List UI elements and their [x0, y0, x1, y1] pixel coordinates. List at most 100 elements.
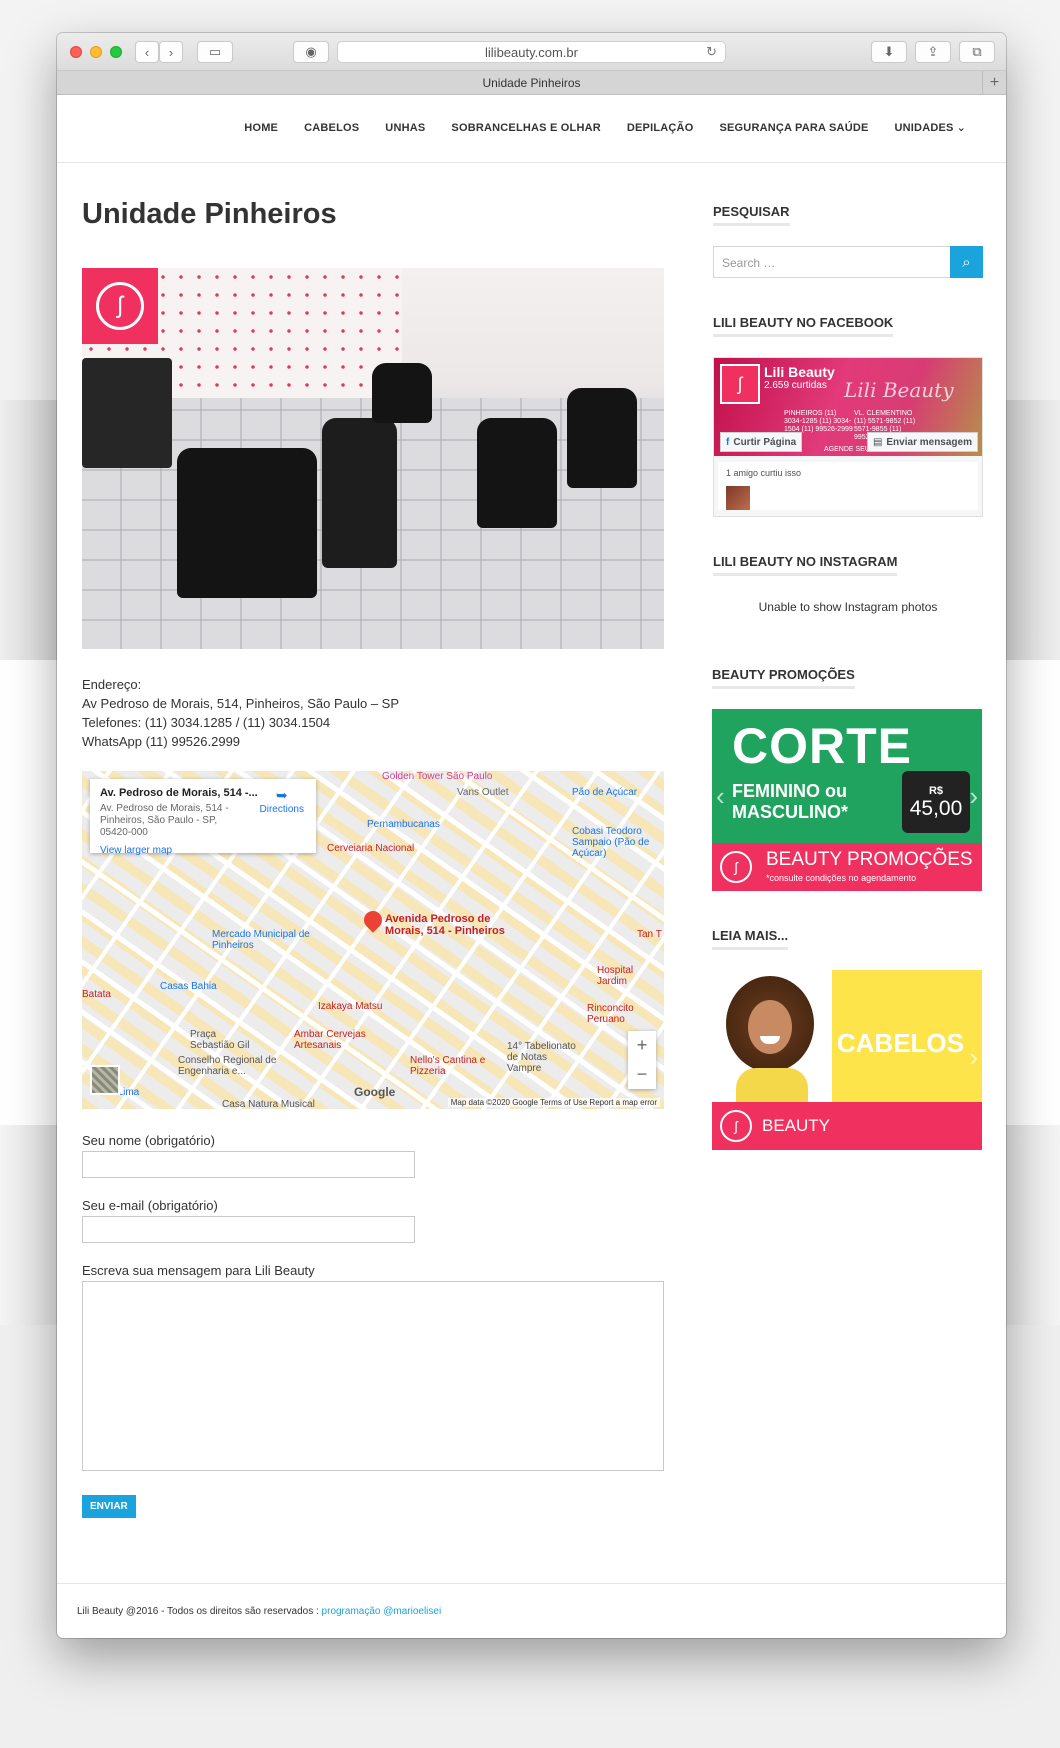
model-shirt: [736, 1068, 808, 1102]
message-field[interactable]: [82, 1281, 664, 1471]
nav-unhas[interactable]: UNHAS: [385, 121, 425, 134]
chevron-down-icon: ⌄: [956, 122, 966, 134]
friend-avatar[interactable]: [726, 486, 750, 510]
promo-next-arrow[interactable]: ›: [969, 781, 978, 812]
extension-button[interactable]: ◉: [293, 41, 329, 63]
whatsapp-line: WhatsApp (11) 99526.2999: [82, 734, 241, 749]
leia-mais-band: ʃ BEAUTY: [712, 1102, 982, 1150]
search-icon: ⌕: [962, 253, 971, 271]
share-icon: ⇪: [927, 44, 939, 59]
instagram-widget-title: LILI BEAUTY NO INSTAGRAM: [713, 554, 898, 576]
price-currency: R$: [928, 785, 944, 797]
name-label: Seu nome (obrigatório): [82, 1133, 215, 1148]
map-poi[interactable]: Rinconcito Peruano: [587, 1003, 664, 1025]
leia-mais-banner[interactable]: CABELOS ‹ › ʃ BEAUTY: [712, 970, 982, 1150]
map-poi[interactable]: Casa Natura Musical: [222, 1099, 315, 1109]
browser-window: ‹ › ▭ ◉ lilibeauty.com.br ↻ ⬇ ⇪ ⧉ Unidad…: [57, 33, 1006, 1638]
view-larger-map-link[interactable]: View larger map: [100, 845, 306, 856]
facebook-avatar[interactable]: ʃ: [720, 364, 760, 404]
backdrop-shade-right-2: [1000, 1125, 1060, 1325]
nav-depilacao[interactable]: DEPILAÇÃO: [627, 121, 694, 134]
map-poi[interactable]: Izakaya Matsu: [318, 1001, 382, 1012]
facebook-page-name[interactable]: Lili Beauty: [764, 364, 835, 380]
name-field[interactable]: [82, 1151, 415, 1178]
map-poi[interactable]: Hospital Jardim: [597, 965, 664, 987]
backdrop-shade-left: [0, 400, 60, 660]
map-poi[interactable]: Ambar Cervejas Artesanais: [294, 1029, 374, 1051]
facebook-like-button[interactable]: f Curtir Página: [720, 432, 803, 452]
downloads-button[interactable]: ⬇: [871, 41, 907, 63]
reload-icon[interactable]: ↻: [706, 44, 717, 60]
map-poi[interactable]: Cobasi Teodoro Sampaio (Pão de Açúcar): [572, 826, 662, 859]
nav-seguranca[interactable]: SEGURANÇA PARA SAÚDE: [719, 121, 868, 134]
map-poi[interactable]: Pão de Açúcar: [572, 787, 637, 798]
search-input[interactable]: Search …: [713, 246, 950, 278]
sidebar-toggle-button[interactable]: ▭: [197, 41, 233, 63]
message-label: Escreva sua mensagem para Lili Beauty: [82, 1263, 315, 1278]
map-poi[interactable]: Mercado Municipal de Pinheiros: [212, 929, 312, 951]
map-poi[interactable]: Pernambucanas: [367, 819, 440, 830]
map-poi[interactable]: Golden Tower São Paulo: [382, 771, 492, 782]
forward-button[interactable]: ›: [159, 41, 183, 63]
map-info-card: Av. Pedroso de Morais, 514 -... Av. Pedr…: [90, 779, 316, 856]
search-widget-title: PESQUISAR: [713, 204, 790, 226]
footer-text: Lili Beauty @2016 - Todos os direitos sã…: [77, 1606, 322, 1617]
promo-band-title: BEAUTY PROMOÇÕES: [766, 849, 973, 870]
salon-photo: ʃ: [82, 268, 664, 649]
facebook-friends: 1 amigo curtiu isso: [718, 462, 978, 510]
nav-sobrancelhas[interactable]: SOBRANCELHAS E OLHAR: [451, 121, 600, 134]
map-pin-label: Avenida Pedroso de Morais, 514 - Pinheir…: [385, 913, 505, 937]
map-poi[interactable]: Praça Sebastião Gil: [190, 1029, 250, 1051]
leia-mais-cabelos: CABELOS: [836, 1028, 964, 1058]
zoom-window-button[interactable]: [110, 46, 122, 58]
search-form: Search … ⌕: [713, 246, 983, 278]
zoom-in-button[interactable]: +: [637, 1035, 648, 1056]
email-field[interactable]: [82, 1216, 415, 1243]
close-window-button[interactable]: [70, 46, 82, 58]
leia-prev-arrow[interactable]: ‹: [716, 1042, 725, 1073]
map-poi[interactable]: Conselho Regional de Engenharia e...: [178, 1055, 278, 1077]
facebook-message-button[interactable]: ▤ Enviar mensagem: [866, 432, 978, 452]
footer-credit-link[interactable]: programação @marioelisei: [322, 1606, 442, 1617]
email-label: Seu e-mail (obrigatório): [82, 1198, 218, 1213]
map-poi[interactable]: Vans Outlet: [457, 787, 509, 798]
google-map[interactable]: Av. Pedroso de Morais, 514 -... Av. Pedr…: [82, 771, 664, 1109]
promo-banner[interactable]: CORTE FEMININO ou MASCULINO* R$ 45,00 ‹ …: [712, 709, 982, 891]
submit-button[interactable]: ENVIAR: [82, 1495, 136, 1518]
map-poi[interactable]: Casas Bahia: [160, 981, 217, 992]
map-poi[interactable]: Nello's Cantina e Pizzeria: [410, 1055, 520, 1077]
map-marker-icon[interactable]: [360, 907, 386, 933]
map-attribution[interactable]: Map data ©2020 Google Terms of Use Repor…: [447, 1098, 660, 1107]
map-poi[interactable]: Tan T: [637, 929, 662, 940]
facebook-likes: 2.659 curtidas: [764, 380, 827, 391]
address-bar[interactable]: lilibeauty.com.br ↻: [337, 41, 726, 63]
message-icon: ▤: [872, 436, 883, 448]
backdrop-shade-left-2: [0, 1125, 60, 1325]
share-button[interactable]: ⇪: [915, 41, 951, 63]
google-logo: Google: [354, 1085, 396, 1099]
search-button[interactable]: ⌕: [950, 246, 983, 278]
minimize-window-button[interactable]: [90, 46, 102, 58]
new-tab-button[interactable]: +: [982, 71, 1006, 94]
main-nav: HOME CABELOS UNHAS SOBRANCELHAS E OLHAR …: [244, 121, 966, 135]
nav-home[interactable]: HOME: [244, 121, 278, 134]
main-content: Unidade Pinheiros ʃ Endereço: Av Pedroso…: [82, 198, 664, 1518]
leia-next-arrow[interactable]: ›: [969, 1042, 978, 1073]
tab-title[interactable]: Unidade Pinheiros: [482, 76, 580, 90]
search-widget: PESQUISAR Search … ⌕: [713, 203, 983, 278]
map-poi[interactable]: Batata: [82, 989, 111, 1000]
woman-profile-icon: ʃ: [720, 851, 752, 883]
phones-line: Telefones: (11) 3034.1285 / (11) 3034.15…: [82, 715, 331, 730]
address-block: Endereço: Av Pedroso de Morais, 514, Pin…: [82, 675, 664, 751]
address-label: Endereço:: [82, 677, 142, 692]
satellite-toggle[interactable]: [90, 1065, 120, 1095]
back-button[interactable]: ‹: [135, 41, 159, 63]
nav-unidades[interactable]: UNIDADES ⌄: [895, 121, 966, 135]
tabs-overview-button[interactable]: ⧉: [959, 41, 995, 63]
nav-cabelos[interactable]: CABELOS: [304, 121, 359, 134]
zoom-out-button[interactable]: −: [637, 1064, 648, 1085]
promo-prev-arrow[interactable]: ‹: [716, 781, 725, 812]
sidebar: PESQUISAR Search … ⌕ LILI BEAUTY NO FACE…: [712, 203, 983, 1150]
map-poi[interactable]: Cerveiaria Nacional: [327, 843, 414, 854]
directions-button[interactable]: ➥ Directions: [260, 787, 304, 815]
